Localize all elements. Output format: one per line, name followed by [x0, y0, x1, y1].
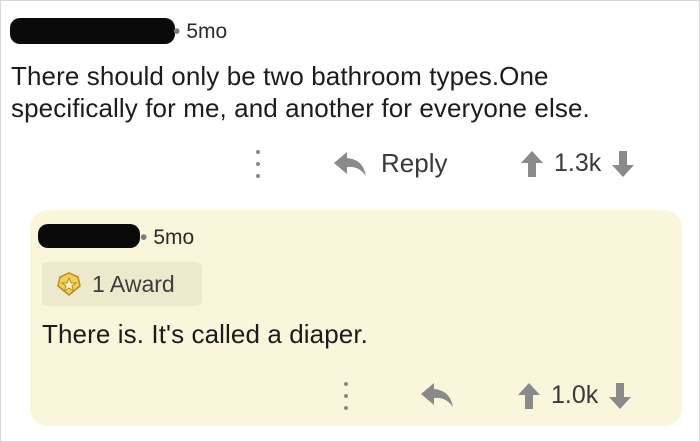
award-badge-icon: [56, 271, 82, 297]
reply-arrow-icon: [420, 381, 454, 409]
comment-age: 5mo: [153, 226, 195, 249]
redacted-username: [38, 224, 140, 248]
reply-button[interactable]: Reply: [333, 148, 447, 179]
arrow-up-icon: [518, 382, 540, 409]
comment-body-line: specifically for me, and another for eve…: [11, 93, 590, 123]
arrow-down-icon: [612, 150, 635, 177]
separator-dot: •: [140, 226, 148, 249]
redacted-username: [10, 18, 175, 44]
kebab-vertical-icon: [344, 406, 348, 410]
vote-controls: 1.3k: [520, 149, 635, 178]
vote-controls: 1.0k: [517, 381, 632, 410]
kebab-vertical-icon: [344, 394, 348, 398]
more-options-button[interactable]: [255, 150, 261, 178]
comment-body-line: There is. It's called a diaper.: [42, 319, 369, 349]
score-count: 1.3k: [554, 149, 602, 177]
kebab-vertical-icon: [256, 174, 260, 178]
award-label: 1 Award: [92, 270, 175, 297]
comment-body-line: There should only be two bathroom types.…: [11, 61, 549, 91]
reply-arrow-icon: [333, 150, 367, 178]
award-badge[interactable]: 1 Award: [42, 262, 202, 306]
comment-meta: • 5mo: [140, 226, 194, 250]
downvote-button[interactable]: [608, 382, 632, 410]
separator-dot: •: [173, 20, 181, 43]
score-count: 1.0k: [551, 381, 599, 409]
kebab-vertical-icon: [344, 382, 348, 386]
comment-body: There is. It's called a diaper.: [42, 318, 368, 350]
more-options-button[interactable]: [343, 382, 349, 410]
comment-meta: • 5mo: [173, 20, 227, 44]
kebab-vertical-icon: [256, 162, 260, 166]
comment-body: There should only be two bathroom types.…: [11, 60, 590, 124]
downvote-button[interactable]: [611, 150, 635, 178]
reply-label: Reply: [381, 148, 448, 178]
arrow-up-icon: [521, 150, 543, 177]
comment-age: 5mo: [186, 20, 228, 43]
reply-button[interactable]: [420, 381, 454, 409]
kebab-vertical-icon: [256, 150, 260, 154]
arrow-down-icon: [609, 382, 632, 409]
upvote-button[interactable]: [517, 382, 541, 410]
upvote-button[interactable]: [520, 150, 544, 178]
